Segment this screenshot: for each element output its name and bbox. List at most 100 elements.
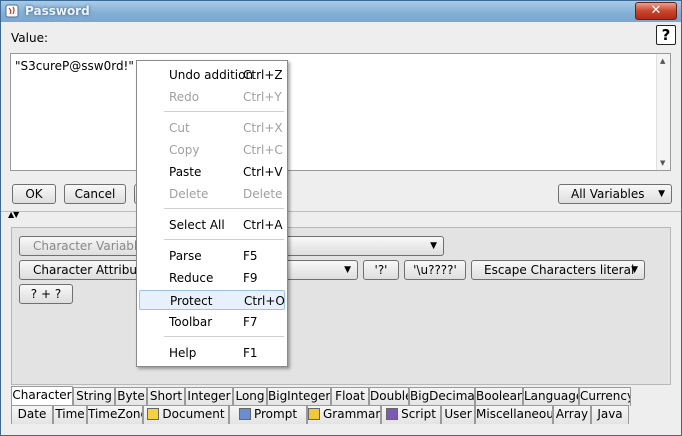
menu-item-shortcut: F9 bbox=[243, 271, 258, 285]
menu-item-shortcut: Ctrl+C bbox=[243, 143, 283, 157]
tab-bigdecimal[interactable]: BigDecimal bbox=[409, 387, 475, 406]
java-app-icon bbox=[5, 4, 19, 18]
tab-float[interactable]: Float bbox=[331, 387, 369, 406]
menu-item-delete[interactable]: Delete Delete bbox=[139, 184, 285, 204]
menu-item-label: Undo addition bbox=[169, 68, 254, 82]
menu-item-paste[interactable]: Paste Ctrl+V bbox=[139, 162, 285, 182]
tab-integer[interactable]: Integer bbox=[185, 387, 233, 406]
menu-item-shortcut: Ctrl+Y bbox=[243, 90, 282, 104]
close-icon: ✕ bbox=[650, 3, 662, 18]
tab-label: Script bbox=[401, 407, 436, 421]
variables-combo-value: All Variables bbox=[571, 187, 645, 201]
menu-item-protect[interactable]: Protect Ctrl+O bbox=[139, 290, 285, 310]
menu-item-label: Parse bbox=[169, 249, 202, 263]
menu-item-shortcut: F7 bbox=[243, 315, 258, 329]
variables-combo[interactable]: All Variables ▼ bbox=[558, 184, 672, 204]
menu-item-label: Cut bbox=[169, 121, 190, 135]
window-title: Password bbox=[25, 4, 90, 18]
menu-item-label: Help bbox=[169, 346, 197, 360]
menu-item-shortcut: Delete bbox=[243, 187, 283, 201]
tab-currency[interactable]: Currency bbox=[579, 387, 631, 406]
tab-short[interactable]: Short bbox=[147, 387, 185, 406]
menu-item-label: Delete bbox=[169, 187, 209, 201]
collapse-expand-icon[interactable]: ▲▼ bbox=[8, 210, 19, 219]
tab-language[interactable]: Language bbox=[523, 387, 579, 406]
menu-item-shortcut: F1 bbox=[243, 346, 258, 360]
menu-item-help[interactable]: Help F1 bbox=[139, 343, 285, 363]
tab-array[interactable]: Array bbox=[553, 405, 591, 424]
password-dialog: Password ✕ Value: ? "S3cureP@ssw0rd!" ▲ … bbox=[0, 0, 682, 436]
menu-item-select-all[interactable]: Select All Ctrl+A bbox=[139, 215, 285, 235]
menu-separator bbox=[164, 208, 284, 209]
tab-label: TimeZone bbox=[88, 407, 143, 421]
menu-item-toolbar[interactable]: Toolbar F7 bbox=[139, 312, 285, 332]
document-icon bbox=[147, 408, 160, 420]
character-variables-button[interactable]: Character Variables bbox=[19, 236, 151, 256]
help-icon: ? bbox=[661, 26, 671, 44]
value-label: Value: bbox=[11, 31, 48, 45]
cancel-button[interactable]: Cancel bbox=[64, 184, 126, 204]
escape-combo-value: Escape Characters literal bbox=[484, 263, 635, 277]
context-menu: Undo addition Ctrl+Z Redo Ctrl+Y Cut Ctrl+X Co… bbox=[136, 60, 288, 367]
character-attributes-button[interactable]: Character Attributes bbox=[19, 260, 155, 280]
menu-item-label: Paste bbox=[169, 165, 202, 179]
character-variables-combo[interactable]: ▼ bbox=[284, 236, 444, 256]
tab-biginteger[interactable]: BigInteger bbox=[267, 387, 331, 406]
grammar-icon bbox=[308, 408, 320, 420]
tab-grammar[interactable]: Grammar bbox=[307, 405, 381, 424]
menu-item-reduce[interactable]: Reduce F9 bbox=[139, 268, 285, 288]
menu-item-label: Copy bbox=[169, 143, 200, 157]
concat-button[interactable]: ? + ? bbox=[19, 284, 73, 304]
value-textarea[interactable]: "S3cureP@ssw0rd!" ▲ ▼ bbox=[10, 53, 671, 171]
menu-item-label: Redo bbox=[169, 90, 200, 104]
tab-user[interactable]: User bbox=[441, 405, 475, 424]
tab-character[interactable]: Character bbox=[11, 386, 73, 407]
tab-script[interactable]: Script bbox=[381, 405, 441, 424]
character-attributes-combo[interactable]: ▼ bbox=[284, 260, 358, 280]
menu-item-label: Protect bbox=[170, 294, 213, 308]
menu-item-shortcut: Ctrl+X bbox=[243, 121, 283, 135]
menu-separator bbox=[164, 239, 284, 240]
menu-item-parse[interactable]: Parse F5 bbox=[139, 246, 285, 266]
tab-prompt[interactable]: Prompt bbox=[229, 405, 307, 424]
tab-time[interactable]: Time bbox=[53, 405, 87, 424]
tab-document[interactable]: Document bbox=[143, 405, 229, 424]
tab-label: Time bbox=[55, 407, 85, 421]
unicode-literal-button[interactable]: '\u????' bbox=[404, 260, 466, 280]
tab-java[interactable]: Java bbox=[591, 405, 629, 424]
tab-label: Prompt bbox=[253, 407, 298, 421]
tab-label: User bbox=[444, 407, 472, 421]
tab-date[interactable]: Date bbox=[11, 405, 53, 424]
tab-long[interactable]: Long bbox=[233, 387, 267, 406]
tab-byte[interactable]: Byte bbox=[115, 387, 147, 406]
scroll-up-icon[interactable]: ▲ bbox=[660, 57, 665, 65]
tab-string[interactable]: String bbox=[73, 387, 115, 406]
menu-item-shortcut: Ctrl+V bbox=[243, 165, 283, 179]
menu-item-label: Toolbar bbox=[169, 315, 213, 329]
help-button[interactable]: ? bbox=[656, 25, 676, 45]
menu-item-label: Select All bbox=[169, 218, 225, 232]
menu-item-undo-addition[interactable]: Undo addition Ctrl+Z bbox=[139, 65, 285, 85]
tab-timezone[interactable]: TimeZone bbox=[87, 405, 143, 424]
tab-label: Java bbox=[597, 407, 623, 421]
escape-characters-combo[interactable]: Escape Characters literal ▼ bbox=[471, 260, 645, 280]
tab-double[interactable]: Double bbox=[369, 387, 409, 406]
chevron-down-icon: ▼ bbox=[631, 265, 638, 275]
tab-boolean[interactable]: Boolean bbox=[475, 387, 523, 406]
menu-item-copy[interactable]: Copy Ctrl+C bbox=[139, 140, 285, 160]
ok-button[interactable]: OK bbox=[12, 184, 56, 204]
menu-item-redo[interactable]: Redo Ctrl+Y bbox=[139, 87, 285, 107]
chevron-down-icon: ▼ bbox=[658, 189, 665, 199]
char-literal-button[interactable]: '?' bbox=[363, 260, 399, 280]
scroll-down-icon[interactable]: ▼ bbox=[660, 159, 665, 167]
chevron-down-icon: ▼ bbox=[430, 241, 437, 251]
tab-miscellaneous[interactable]: Miscellaneous bbox=[475, 405, 553, 424]
prompt-icon bbox=[238, 408, 251, 420]
menu-item-shortcut: Ctrl+A bbox=[243, 218, 283, 232]
script-icon bbox=[386, 408, 399, 420]
splitter[interactable]: ▲▼ bbox=[1, 210, 681, 219]
menu-item-cut[interactable]: Cut Ctrl+X bbox=[139, 118, 285, 138]
close-button[interactable]: ✕ bbox=[635, 2, 677, 20]
menu-item-shortcut: Ctrl+Z bbox=[243, 68, 283, 82]
vertical-scrollbar[interactable]: ▲ ▼ bbox=[656, 54, 670, 170]
